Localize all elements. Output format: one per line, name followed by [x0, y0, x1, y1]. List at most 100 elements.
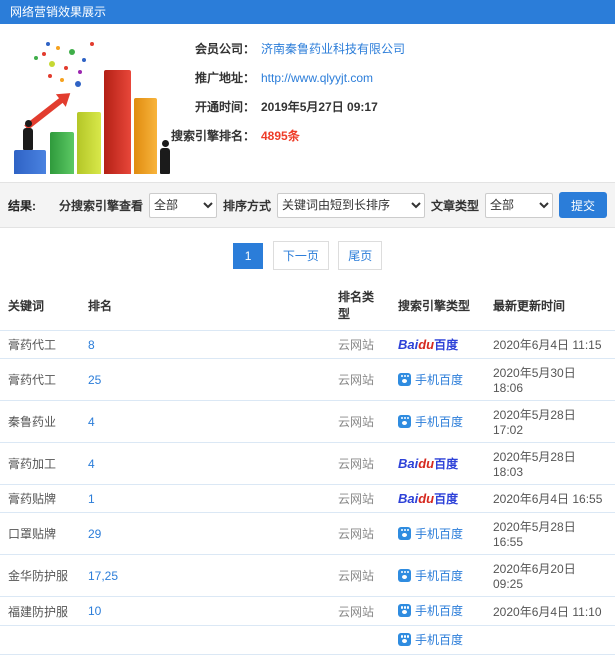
table-row: 手机百度	[0, 625, 615, 655]
col-header-keyword: 关键词	[0, 280, 80, 331]
results-table-tbody: 膏药代工 8 云网站 Baidu百度 2020年6月4日 11:15 膏药代工 25 云网站手…	[0, 330, 615, 655]
update-time-cell: 2020年5月30日 18:06	[485, 358, 615, 401]
rank-count-value: 4895条	[261, 129, 300, 143]
update-time-cell: 2020年5月28日 17:02	[485, 400, 615, 443]
rank-link[interactable]: 8	[88, 338, 95, 352]
rank-cell: 1	[80, 484, 330, 513]
table-row: 膏药加工 4 云网站 Baidu百度 2020年5月28日 18:03	[0, 442, 615, 485]
update-time-cell: 2020年6月4日 16:55	[485, 484, 615, 513]
open-time-label: 开通时间：	[194, 100, 255, 114]
results-table: 关键词 排名 排名类型 搜索引擎类型 最新更新时间 膏药代工 8 云网站 Baidu百…	[0, 280, 615, 655]
mobile-baidu-icon	[398, 604, 411, 617]
rank-cell	[80, 625, 330, 655]
clipart-bar-yellow	[77, 112, 101, 174]
confetti-dots-icon	[42, 52, 46, 56]
mobile-baidu-icon	[398, 568, 411, 582]
engine-filter-select[interactable]: 全部	[148, 192, 217, 218]
mobile-baidu-label: 手机百度	[398, 631, 463, 648]
col-header-rank: 排名	[80, 280, 330, 331]
rank-cell: 25	[80, 358, 330, 401]
open-time-value: 2019年5月27日 09:17	[261, 100, 378, 114]
filter-bar: 结果: 分搜索引擎查看 全部 排序方式 关键词由短到长排序 文章类型 全部 提交	[0, 182, 615, 228]
engine-cell: 手机百度	[390, 512, 485, 555]
rank-link[interactable]: 4	[88, 415, 95, 429]
clipart-bar-red	[104, 70, 131, 174]
promo-url-link[interactable]: http://www.qlyyjt.com	[261, 71, 373, 85]
baidu-logo-icon: Baidu百度	[398, 491, 459, 506]
rank-link[interactable]: 1	[88, 492, 95, 506]
keyword-cell: 膏药加工	[0, 442, 80, 485]
baidu-logo-icon: Baidu百度	[398, 337, 459, 352]
pagination: 1 下一页 尾页	[0, 241, 615, 270]
rank-type-cell: 云网站	[330, 330, 390, 359]
keyword-cell: 膏药贴牌	[0, 484, 80, 513]
keyword-cell	[0, 625, 80, 655]
rank-type-cell: 云网站	[330, 400, 390, 443]
mobile-baidu-label: 手机百度	[398, 525, 463, 542]
sort-select[interactable]: 关键词由短到长排序	[276, 192, 425, 218]
engine-cell: 手机百度	[390, 625, 485, 655]
mobile-baidu-label: 手机百度	[398, 602, 463, 619]
open-time-row: 开通时间： 2019年5月27日 09:17	[155, 92, 607, 121]
clipart-bar-green	[50, 132, 74, 174]
mobile-baidu-label: 手机百度	[398, 567, 463, 584]
next-page-button[interactable]: 下一页	[272, 241, 329, 270]
rank-link[interactable]: 25	[88, 373, 101, 387]
result-label: 结果:	[8, 198, 36, 213]
rank-link[interactable]: 17,25	[88, 569, 118, 583]
window-titlebar: 网络营销效果展示	[0, 0, 615, 24]
rank-link[interactable]: 10	[88, 604, 101, 618]
rank-link[interactable]: 4	[88, 457, 95, 471]
rank-type-cell: 云网站	[330, 512, 390, 555]
mobile-baidu-icon	[398, 526, 411, 540]
mobile-baidu-label: 手机百度	[398, 413, 463, 430]
article-type-label: 文章类型	[430, 198, 479, 213]
engine-cell: 手机百度	[390, 400, 485, 443]
last-page-button[interactable]: 尾页	[338, 241, 383, 270]
rank-count-label: 搜索引擎排名：	[170, 129, 255, 143]
rank-cell: 17,25	[80, 554, 330, 597]
table-row: 福建防护服 10 云网站 手机百度 2020年6月4日 11:10	[0, 596, 615, 626]
update-time-cell: 2020年6月20日 09:25	[485, 554, 615, 597]
rank-cell: 10	[80, 596, 330, 626]
info-section: 会员公司： 济南秦鲁药业科技有限公司 推广地址： http://www.qlyy…	[0, 24, 615, 182]
rank-cell: 4	[80, 400, 330, 443]
table-row: 金华防护服 17,25 云网站 手机百度 2020年6月20日 09:25	[0, 554, 615, 597]
rank-link[interactable]: 29	[88, 527, 101, 541]
table-row: 膏药贴牌 1 云网站 Baidu百度 2020年6月4日 16:55	[0, 484, 615, 513]
promo-url-label: 推广地址：	[194, 71, 255, 85]
rank-type-cell: 云网站	[330, 484, 390, 513]
growth-bar-chart-illustration	[8, 30, 176, 178]
page-1-button[interactable]: 1	[232, 243, 264, 269]
rank-cell: 29	[80, 512, 330, 555]
keyword-cell: 口罩贴牌	[0, 512, 80, 555]
article-type-select[interactable]: 全部	[484, 192, 553, 218]
promo-url-row: 推广地址： http://www.qlyyjt.com	[155, 63, 607, 92]
col-header-update-time: 最新更新时间	[485, 280, 615, 331]
table-header-row: 关键词 排名 排名类型 搜索引擎类型 最新更新时间	[0, 280, 615, 331]
keyword-cell: 金华防护服	[0, 554, 80, 597]
engine-cell: Baidu百度	[390, 484, 485, 513]
rank-cell: 8	[80, 330, 330, 359]
rank-type-cell: 云网站	[330, 596, 390, 626]
businessman-figure-left	[23, 120, 33, 150]
mobile-baidu-icon	[398, 414, 411, 428]
mobile-baidu-icon	[398, 633, 411, 646]
member-company-link[interactable]: 济南秦鲁药业科技有限公司	[261, 40, 405, 57]
keyword-cell: 秦鲁药业	[0, 400, 80, 443]
rank-type-cell: 云网站	[330, 358, 390, 401]
keyword-cell: 膏药代工	[0, 330, 80, 359]
table-row: 秦鲁药业 4 云网站 手机百度 2020年5月28日 17:02	[0, 400, 615, 443]
update-time-cell: 2020年6月4日 11:10	[485, 596, 615, 626]
submit-button[interactable]: 提交	[558, 192, 607, 218]
engine-cell: Baidu百度	[390, 330, 485, 359]
col-header-engine-type: 搜索引擎类型	[390, 280, 485, 331]
baidu-logo-icon: Baidu百度	[398, 456, 459, 471]
update-time-cell: 2020年5月28日 16:55	[485, 512, 615, 555]
update-time-cell	[485, 625, 615, 655]
rank-type-cell: 云网站	[330, 442, 390, 485]
table-row: 口罩贴牌 29 云网站 手机百度 2020年5月28日 16:55	[0, 512, 615, 555]
member-company-label: 会员公司：	[194, 42, 255, 56]
mobile-baidu-label: 手机百度	[398, 371, 463, 388]
table-row: 膏药代工 25 云网站 手机百度 2020年5月30日 18:06	[0, 358, 615, 401]
